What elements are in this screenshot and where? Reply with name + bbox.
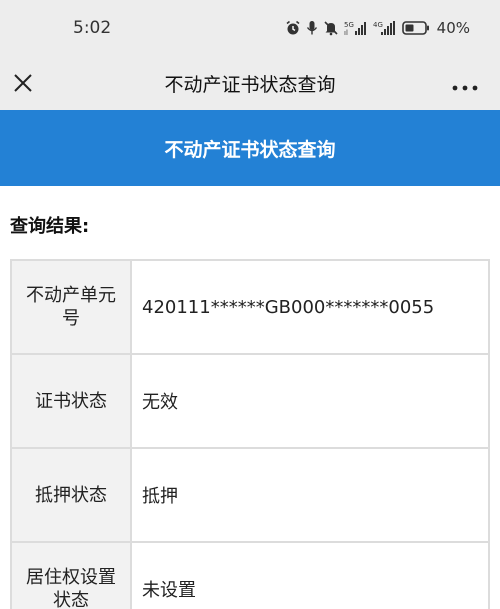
- row-label: 不动产单元号: [12, 261, 130, 353]
- status-bar: 5:02 5G ıl 4G 40%: [0, 0, 500, 58]
- battery-icon: [401, 21, 430, 35]
- row-value: 抵押: [132, 449, 488, 541]
- status-icons: 5G ıl 4G 40%: [285, 19, 470, 37]
- signal-4g-icon: 4G: [373, 20, 397, 36]
- row-label: 证书状态: [12, 355, 130, 447]
- more-icon[interactable]: [452, 78, 478, 91]
- signal-5g-icon: 5G ıl: [344, 20, 368, 36]
- row-label: 抵押状态: [12, 449, 130, 541]
- nav-title: 不动产证书状态查询: [164, 74, 336, 96]
- svg-text:ıl: ıl: [344, 29, 348, 36]
- row-value: 420111******GB000*******0055: [132, 261, 488, 353]
- alarm-icon: [285, 20, 301, 36]
- banner-title: 不动产证书状态查询: [164, 139, 336, 161]
- row-value: 未设置: [132, 543, 488, 609]
- table-row: 抵押状态 抵押: [12, 449, 488, 541]
- mic-icon: [306, 20, 318, 36]
- svg-text:5G: 5G: [344, 21, 354, 29]
- status-time: 5:02: [73, 18, 112, 38]
- bell-off-icon: [323, 20, 339, 36]
- battery-percent: 40%: [436, 19, 470, 37]
- table-row: 不动产单元号 420111******GB000*******0055: [12, 261, 488, 353]
- page-banner: 不动产证书状态查询: [0, 110, 500, 186]
- result-table: 不动产单元号 420111******GB000*******0055 证书状态…: [10, 259, 490, 609]
- svg-text:4G: 4G: [373, 21, 383, 29]
- section-title: 查询结果:: [10, 216, 90, 237]
- row-label: 居住权设置状态: [12, 543, 130, 609]
- table-row: 居住权设置状态 未设置: [12, 543, 488, 609]
- row-value: 无效: [132, 355, 488, 447]
- nav-bar: 不动产证书状态查询: [0, 58, 500, 110]
- table-row: 证书状态 无效: [12, 355, 488, 447]
